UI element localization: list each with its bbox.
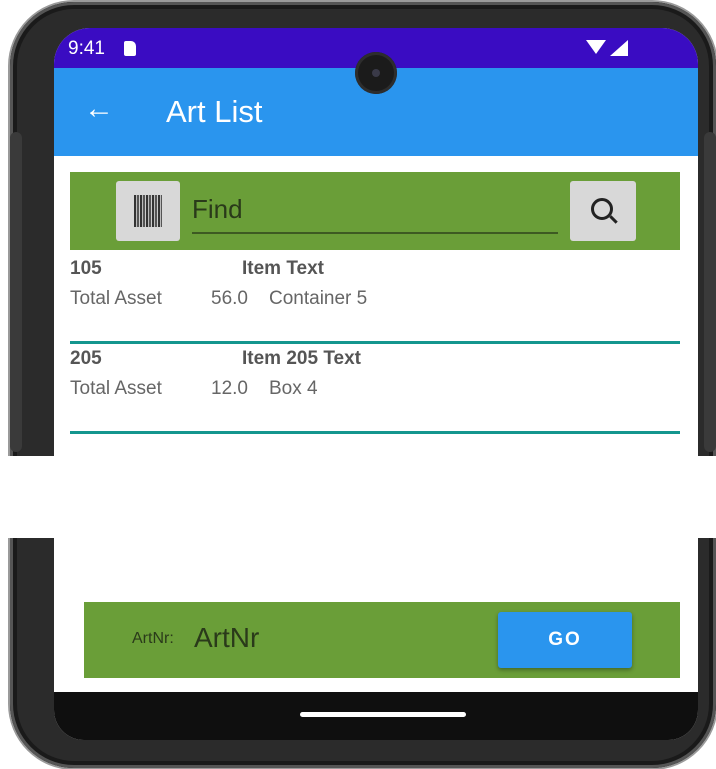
status-time: 9:41 (68, 38, 105, 59)
item-location: Box 4 (269, 378, 318, 399)
item-asset-label: Total Asset (70, 378, 162, 399)
barcode-scan-button[interactable] (116, 181, 180, 241)
item-text: Item Text (242, 258, 325, 279)
phone-frame: 9:41 ← Art List 105 Item Text Total Asse… (10, 2, 716, 768)
phone-screen: 9:41 ← Art List 105 Item Text Total Asse… (54, 28, 698, 740)
find-input[interactable] (192, 186, 558, 234)
item-id: 205 (70, 348, 102, 369)
search-icon (591, 198, 613, 220)
artnr-label: ArtNr: (132, 630, 174, 647)
search-button[interactable] (570, 181, 636, 241)
artnr-bar: ArtNr: ArtNr GO (84, 602, 680, 678)
list-item[interactable]: 205 Item 205 Text Total Asset 12.0 Box 4 (70, 344, 680, 434)
back-arrow-icon[interactable]: ← (84, 92, 114, 126)
page-title: Art List (166, 94, 263, 129)
item-quantity: 56.0 (211, 288, 248, 309)
artnr-input[interactable]: ArtNr (194, 622, 259, 654)
item-asset-label: Total Asset (70, 288, 162, 309)
sd-card-icon (124, 41, 136, 56)
signal-icon (610, 40, 628, 56)
list-item[interactable]: 105 Item Text Total Asset 56.0 Container… (70, 254, 680, 344)
barcode-icon (134, 195, 162, 227)
front-camera (355, 52, 397, 94)
item-location: Container 5 (269, 288, 368, 309)
phone-side-frame-right (704, 132, 716, 452)
phone-side-frame-left (10, 132, 22, 452)
art-list: 105 Item Text Total Asset 56.0 Container… (70, 254, 680, 434)
wifi-icon (586, 40, 606, 54)
navigation-bar (54, 692, 698, 740)
item-quantity: 12.0 (211, 378, 248, 399)
go-button[interactable]: GO (498, 612, 632, 668)
item-text: Item 205 Text (242, 348, 361, 369)
screenshot-gap (0, 456, 716, 538)
item-id: 105 (70, 258, 102, 279)
home-indicator[interactable] (300, 712, 466, 717)
search-bar (70, 172, 680, 250)
